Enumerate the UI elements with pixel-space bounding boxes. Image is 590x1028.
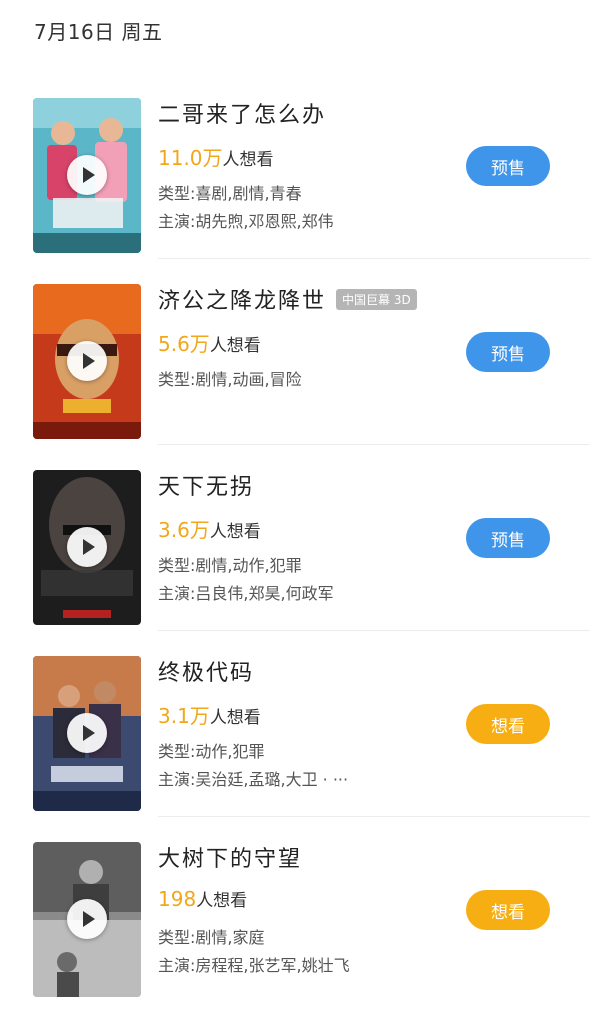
movie-genre: 类型:剧情,动画,冒险 bbox=[158, 370, 302, 389]
want-count-row: 11.0万人想看 bbox=[158, 142, 274, 171]
want-suffix: 人想看 bbox=[209, 522, 261, 542]
movie-poster[interactable] bbox=[33, 842, 141, 997]
play-icon[interactable] bbox=[67, 899, 107, 939]
presale-button[interactable]: 预售 bbox=[466, 518, 550, 558]
play-icon[interactable] bbox=[67, 341, 107, 381]
play-icon[interactable] bbox=[67, 155, 107, 195]
movie-poster[interactable] bbox=[33, 656, 141, 811]
want-suffix: 人想看 bbox=[209, 708, 261, 728]
want-count: 198 bbox=[158, 887, 197, 911]
want-count-row: 198人想看 bbox=[158, 886, 247, 911]
movie-cast: 主演:胡先煦,邓恩熙,郑伟 bbox=[158, 212, 334, 231]
movie-cast: 主演:房程程,张艺军,姚壮飞 bbox=[158, 956, 350, 975]
movie-item[interactable]: 二哥来了怎么办 11.0万人想看 类型:喜剧,剧情,青春 主演:胡先煦,邓恩熙,… bbox=[0, 98, 590, 284]
play-icon[interactable] bbox=[67, 713, 107, 753]
presale-button[interactable]: 预售 bbox=[466, 146, 550, 186]
movie-cast: 主演:吕良伟,郑昊,何政军 bbox=[158, 584, 334, 603]
want-count: 11.0万 bbox=[158, 146, 223, 170]
want-to-see-button[interactable]: 想看 bbox=[466, 890, 550, 930]
divider bbox=[158, 816, 590, 817]
want-count-row: 3.6万人想看 bbox=[158, 514, 261, 543]
movie-poster[interactable] bbox=[33, 284, 141, 439]
play-icon[interactable] bbox=[67, 527, 107, 567]
movie-genre: 类型:动作,犯罪 bbox=[158, 742, 265, 761]
want-count: 5.6万 bbox=[158, 332, 210, 356]
movie-title[interactable]: 济公之降龙降世 bbox=[158, 283, 326, 315]
movie-poster[interactable] bbox=[33, 98, 141, 253]
movie-item[interactable]: 济公之降龙降世 中国巨幕 3D 5.6万人想看 类型:剧情,动画,冒险 预售 bbox=[0, 284, 590, 470]
want-count: 3.6万 bbox=[158, 518, 210, 542]
movie-title[interactable]: 天下无拐 bbox=[158, 469, 254, 501]
want-count-row: 5.6万人想看 bbox=[158, 328, 261, 357]
date-header: 7月16日 周五 bbox=[34, 20, 163, 44]
movie-title[interactable]: 终极代码 bbox=[158, 655, 254, 687]
want-count-row: 3.1万人想看 bbox=[158, 700, 261, 729]
presale-button[interactable]: 预售 bbox=[466, 332, 550, 372]
divider bbox=[158, 630, 590, 631]
movie-genre: 类型:喜剧,剧情,青春 bbox=[158, 184, 302, 203]
movie-genre: 类型:剧情,家庭 bbox=[158, 928, 265, 947]
divider bbox=[158, 444, 590, 445]
movie-list: 二哥来了怎么办 11.0万人想看 类型:喜剧,剧情,青春 主演:胡先煦,邓恩熙,… bbox=[0, 98, 590, 1028]
movie-title[interactable]: 二哥来了怎么办 bbox=[158, 97, 326, 129]
movie-item[interactable]: 终极代码 3.1万人想看 类型:动作,犯罪 主演:吴治廷,孟璐,大卫 · ···… bbox=[0, 656, 590, 842]
want-to-see-button[interactable]: 想看 bbox=[466, 704, 550, 744]
want-suffix: 人想看 bbox=[196, 891, 248, 911]
format-badge: 中国巨幕 3D bbox=[336, 288, 417, 310]
movie-item[interactable]: 天下无拐 3.6万人想看 类型:剧情,动作,犯罪 主演:吕良伟,郑昊,何政军 预… bbox=[0, 470, 590, 656]
want-suffix: 人想看 bbox=[209, 336, 261, 356]
want-count: 3.1万 bbox=[158, 704, 210, 728]
movie-title[interactable]: 大树下的守望 bbox=[158, 841, 302, 873]
movie-genre: 类型:剧情,动作,犯罪 bbox=[158, 556, 302, 575]
divider bbox=[158, 258, 590, 259]
movie-cast: 主演:吴治廷,孟璐,大卫 · ··· bbox=[158, 770, 349, 789]
movie-poster[interactable] bbox=[33, 470, 141, 625]
movie-item[interactable]: 大树下的守望 198人想看 类型:剧情,家庭 主演:房程程,张艺军,姚壮飞 想看 bbox=[0, 842, 590, 1028]
want-suffix: 人想看 bbox=[222, 150, 274, 170]
